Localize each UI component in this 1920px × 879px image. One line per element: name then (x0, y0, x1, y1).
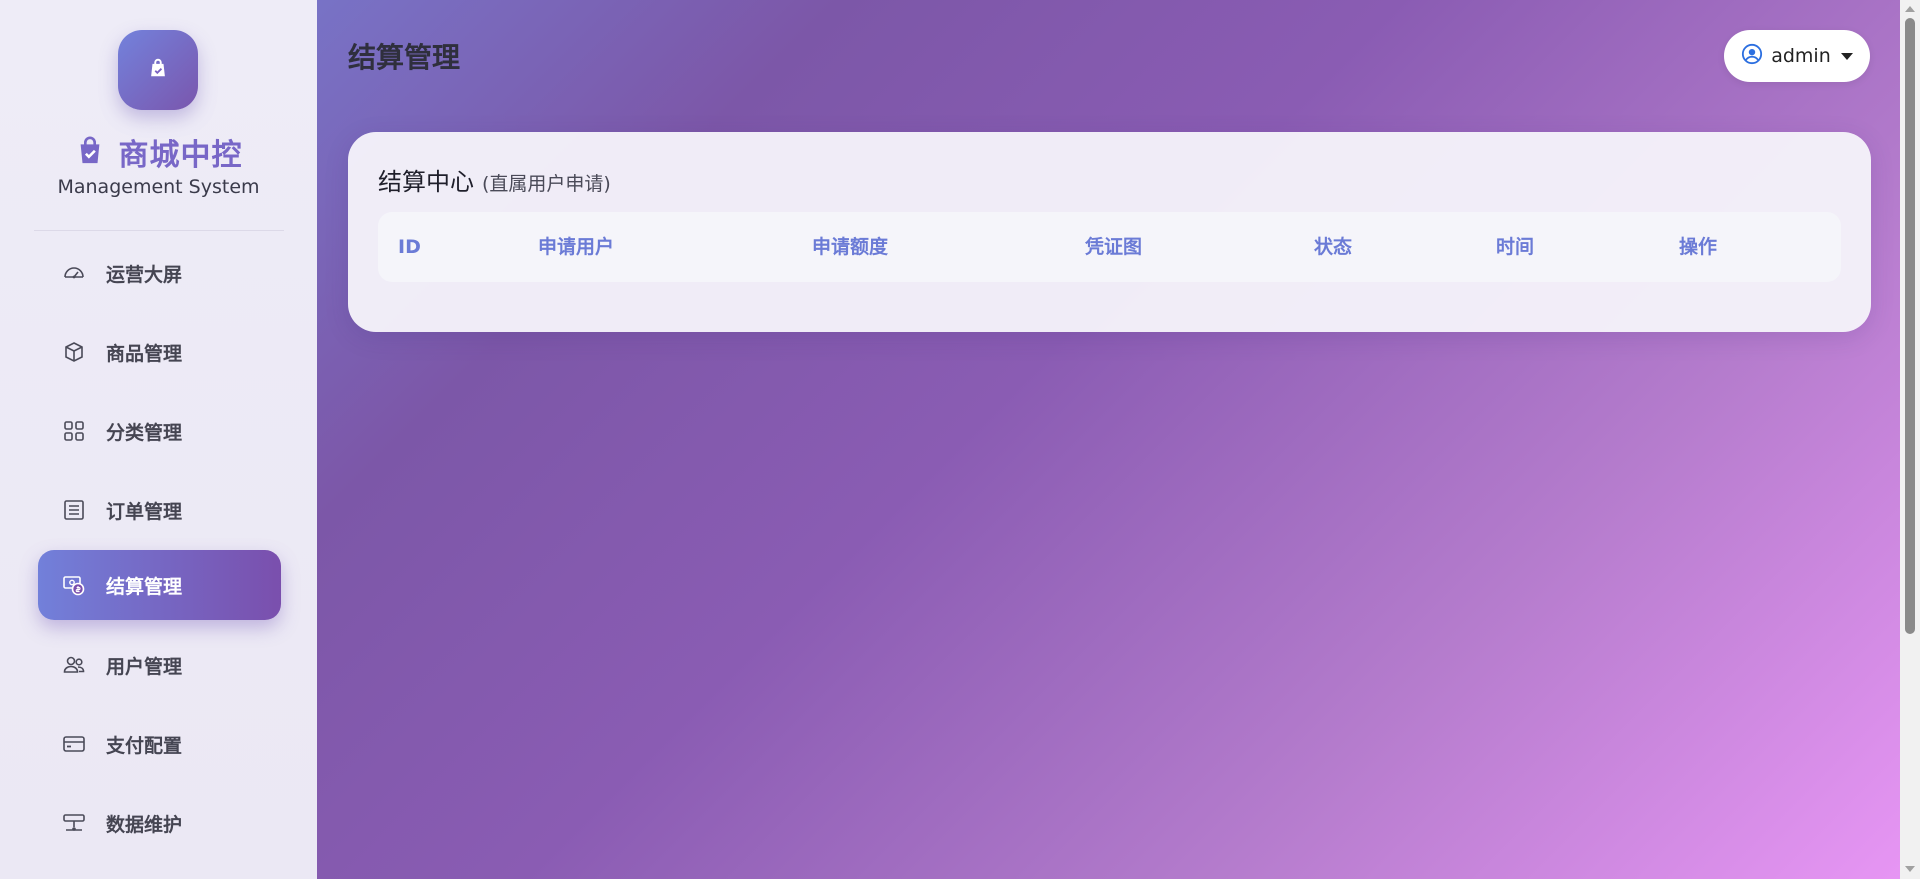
scroll-thumb[interactable] (1905, 18, 1915, 634)
caret-down-icon (1840, 52, 1853, 60)
sliders-icon (62, 811, 86, 835)
sidebar-item-dashboard[interactable]: 运营大屏 (38, 238, 281, 308)
brand-title: 商城中控 (118, 138, 243, 173)
card-title: 结算中心 (直属用户申请) (378, 162, 611, 197)
column-header-actions[interactable]: 操作 (1679, 212, 1717, 282)
page-title: 结算管理 (348, 41, 461, 74)
settlement-card: 结算中心 (直属用户申请) ID 申请用户 申请额度 凭证图 状态 时间 操作 (348, 132, 1871, 332)
column-header-status[interactable]: 状态 (1314, 212, 1352, 282)
sidebar-item-label: 商品管理 (106, 342, 183, 365)
sidebar-item-products[interactable]: 商品管理 (38, 317, 281, 387)
sidebar: 商城中控 Management System 运营大屏 商品管理 分类管理 订单… (0, 0, 317, 879)
sidebar-item-orders[interactable]: 订单管理 (38, 475, 281, 545)
column-header-applicant[interactable]: 申请用户 (538, 212, 614, 282)
user-menu-button[interactable]: admin (1724, 30, 1870, 82)
sidebar-item-label: 订单管理 (106, 500, 183, 523)
card-title-subtitle: (直属用户申请) (482, 173, 611, 195)
sidebar-item-payment-config[interactable]: 支付配置 (38, 709, 281, 779)
people-icon (62, 653, 86, 677)
card-title-main: 结算中心 (378, 168, 474, 196)
brand-subtitle: Management System (57, 176, 260, 198)
sidebar-item-label: 数据维护 (106, 813, 183, 836)
person-circle-icon (1741, 43, 1763, 69)
sidebar-item-label: 分类管理 (106, 421, 183, 444)
sidebar-divider (34, 230, 284, 231)
scroll-up-icon[interactable] (1905, 6, 1915, 12)
column-header-amount[interactable]: 申请额度 (812, 212, 888, 282)
speedometer-icon (62, 261, 86, 285)
table-header: ID 申请用户 申请额度 凭证图 状态 时间 操作 (378, 212, 1841, 282)
column-header-time[interactable]: 时间 (1496, 212, 1534, 282)
list-icon (62, 498, 86, 522)
box-icon (62, 340, 86, 364)
brand: 商城中控 (0, 130, 317, 174)
sidebar-item-label: 运营大屏 (106, 263, 183, 286)
column-header-id[interactable]: ID (398, 212, 421, 282)
vertical-scrollbar[interactable] (1900, 0, 1920, 879)
scroll-down-icon[interactable] (1905, 866, 1915, 872)
sidebar-item-label: 支付配置 (106, 734, 183, 757)
shopping-bag-check-icon (75, 135, 105, 169)
column-header-voucher[interactable]: 凭证图 (1085, 212, 1142, 282)
cash-coin-icon (62, 573, 86, 597)
credit-card-icon (62, 732, 86, 756)
grid-icon (62, 419, 86, 443)
sidebar-item-data-maintenance[interactable]: 数据维护 (38, 788, 281, 858)
shopping-bag-icon (147, 57, 169, 83)
user-name: admin (1771, 45, 1831, 67)
sidebar-item-label: 用户管理 (106, 655, 183, 678)
sidebar-item-categories[interactable]: 分类管理 (38, 396, 281, 466)
sidebar-item-users[interactable]: 用户管理 (38, 630, 281, 700)
sidebar-item-label: 结算管理 (106, 575, 183, 598)
sidebar-item-settlement[interactable]: 结算管理 (38, 550, 281, 620)
logo-tile (118, 30, 198, 110)
